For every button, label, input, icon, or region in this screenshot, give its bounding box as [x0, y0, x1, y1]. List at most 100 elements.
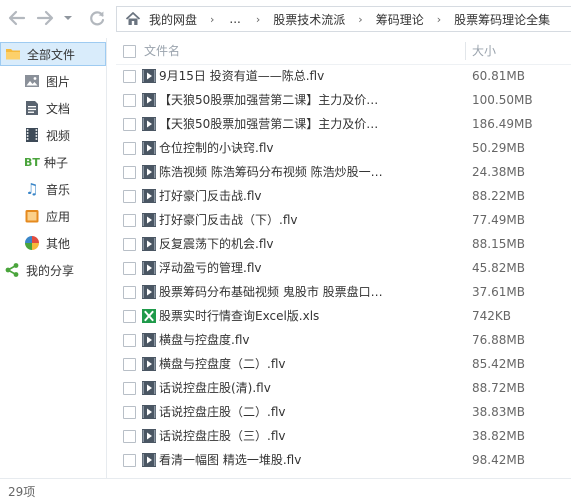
- refresh-button[interactable]: [88, 9, 106, 27]
- sidebar-item-label: 其他: [46, 236, 71, 251]
- column-divider[interactable]: [465, 42, 466, 60]
- file-name[interactable]: 【天狼50股票加强营第二课】主力及价…: [159, 88, 384, 112]
- table-row[interactable]: 横盘与控盘度.flv 76.88MB: [116, 328, 571, 352]
- row-checkbox[interactable]: [123, 406, 136, 419]
- home-icon[interactable]: [125, 11, 141, 27]
- row-checkbox[interactable]: [123, 142, 136, 155]
- table-row[interactable]: 【天狼50股票加强营第二课】主力及价… 100.50MB: [116, 88, 571, 112]
- sidebar-item-documents[interactable]: 文档: [0, 96, 106, 120]
- row-checkbox[interactable]: [123, 358, 136, 371]
- row-checkbox[interactable]: [123, 166, 136, 179]
- row-checkbox[interactable]: [123, 382, 136, 395]
- sidebar-item-apps[interactable]: 应用: [0, 204, 106, 228]
- sidebar-item-label: 全部文件: [27, 47, 76, 62]
- select-all-checkbox[interactable]: [123, 45, 136, 58]
- sidebar-item-other[interactable]: 其他: [0, 231, 106, 255]
- file-size: 76.88MB: [472, 333, 525, 347]
- file-name[interactable]: 【天狼50股票加强营第二课】主力及价…: [159, 112, 384, 136]
- file-size: 38.83MB: [472, 405, 525, 419]
- file-size: 98.42MB: [472, 453, 525, 467]
- breadcrumb-my-disk[interactable]: 我的网盘: [145, 11, 201, 28]
- table-row[interactable]: 话说控盘庄股(清).flv 88.72MB: [116, 376, 571, 400]
- file-name[interactable]: 股票筹码分布基础视频 鬼股市 股票盘口…: [159, 280, 384, 304]
- file-size: 88.22MB: [472, 189, 525, 203]
- table-row[interactable]: 话说控盘庄股（三）.flv 38.82MB: [116, 424, 571, 448]
- row-checkbox[interactable]: [123, 238, 136, 251]
- table-row[interactable]: 横盘与控盘度（二）.flv 85.42MB: [116, 352, 571, 376]
- file-name[interactable]: 横盘与控盘度（二）.flv: [159, 352, 384, 376]
- sidebar-item-videos[interactable]: 视频: [0, 123, 106, 147]
- sidebar-item-images[interactable]: 图片: [0, 69, 106, 93]
- row-checkbox[interactable]: [123, 214, 136, 227]
- file-name[interactable]: 反复震荡下的机会.flv: [159, 232, 384, 256]
- file-name[interactable]: 横盘与控盘度.flv: [159, 328, 384, 352]
- back-button[interactable]: [8, 9, 26, 27]
- table-row[interactable]: 仓位控制的小诀窍.flv 50.29MB: [116, 136, 571, 160]
- file-name[interactable]: 仓位控制的小诀窍.flv: [159, 136, 384, 160]
- file-name[interactable]: 话说控盘庄股（三）.flv: [159, 424, 384, 448]
- row-checkbox[interactable]: [123, 334, 136, 347]
- refresh-icon: [90, 11, 105, 26]
- arrow-left-icon: [8, 10, 26, 26]
- row-checkbox[interactable]: [123, 94, 136, 107]
- file-size: 85.42MB: [472, 357, 525, 371]
- file-size: 88.72MB: [472, 381, 525, 395]
- table-row[interactable]: 话说控盘庄股（二）.flv 38.83MB: [116, 400, 571, 424]
- file-size: 45.82MB: [472, 261, 525, 275]
- arrow-right-icon: [36, 10, 54, 26]
- video-file-icon: [142, 357, 156, 371]
- row-checkbox[interactable]: [123, 430, 136, 443]
- video-file-icon: [142, 213, 156, 227]
- table-row[interactable]: 浮动盈亏的管理.flv 45.82MB: [116, 256, 571, 280]
- history-dropdown-button[interactable]: [62, 9, 74, 27]
- row-checkbox[interactable]: [123, 190, 136, 203]
- column-header-name[interactable]: 文件名: [144, 38, 180, 64]
- sidebar-item-label: 文档: [46, 101, 71, 116]
- file-name[interactable]: 看清一幅图 精选一堆股.flv: [159, 448, 384, 472]
- file-size: 88.15MB: [472, 237, 525, 251]
- sidebar-item-all-files[interactable]: 全部文件: [0, 42, 106, 66]
- breadcrumb-stock-schools[interactable]: 股票技术流派: [269, 11, 349, 28]
- table-row[interactable]: 反复震荡下的机会.flv 88.15MB: [116, 232, 571, 256]
- file-name[interactable]: 话说控盘庄股(清).flv: [159, 376, 384, 400]
- row-checkbox[interactable]: [123, 262, 136, 275]
- row-checkbox[interactable]: [123, 70, 136, 83]
- sidebar-item-music[interactable]: ♫ 音乐: [0, 177, 106, 201]
- breadcrumb: 我的网盘 › ... › 股票技术流派 › 筹码理论 › 股票筹码理论全集: [116, 6, 571, 32]
- table-row[interactable]: 【天狼50股票加强营第二课】主力及价… 186.49MB: [116, 112, 571, 136]
- file-name[interactable]: 话说控盘庄股（二）.flv: [159, 400, 384, 424]
- video-file-icon: [142, 429, 156, 443]
- document-icon: [24, 100, 40, 116]
- breadcrumb-current-folder[interactable]: 股票筹码理论全集: [450, 11, 554, 28]
- row-checkbox[interactable]: [123, 118, 136, 131]
- item-count: 29项: [8, 485, 36, 499]
- video-file-icon: [142, 333, 156, 347]
- file-name[interactable]: 9月15日 投资有道——陈总.flv: [159, 64, 384, 88]
- sidebar-item-torrents[interactable]: BT 种子: [0, 150, 106, 174]
- file-name[interactable]: 打好豪门反击战.flv: [159, 184, 384, 208]
- table-row[interactable]: 打好豪门反击战.flv 88.22MB: [116, 184, 571, 208]
- share-icon: [4, 262, 20, 278]
- breadcrumb-ellipsis[interactable]: ...: [223, 12, 246, 26]
- file-name[interactable]: 浮动盈亏的管理.flv: [159, 256, 384, 280]
- table-row[interactable]: 股票实时行情查询Excel版.xls 742KB: [116, 304, 571, 328]
- row-checkbox[interactable]: [123, 310, 136, 323]
- file-name[interactable]: 陈浩视频 陈浩筹码分布视频 陈浩炒股一…: [159, 160, 384, 184]
- column-header-size[interactable]: 大小: [472, 38, 496, 64]
- folder-icon: [5, 46, 21, 62]
- forward-button[interactable]: [36, 9, 54, 27]
- video-file-icon: [142, 165, 156, 179]
- sidebar-item-label: 我的分享: [26, 263, 75, 278]
- table-row[interactable]: 打好豪门反击战（下）.flv 77.49MB: [116, 208, 571, 232]
- file-name[interactable]: 股票实时行情查询Excel版.xls: [159, 304, 384, 328]
- table-row[interactable]: 9月15日 投资有道——陈总.flv 60.81MB: [116, 64, 571, 88]
- file-name[interactable]: 打好豪门反击战（下）.flv: [159, 208, 384, 232]
- row-checkbox[interactable]: [123, 454, 136, 467]
- row-checkbox[interactable]: [123, 286, 136, 299]
- file-list-header: 文件名 大小: [116, 38, 571, 65]
- table-row[interactable]: 陈浩视频 陈浩筹码分布视频 陈浩炒股一… 24.38MB: [116, 160, 571, 184]
- table-row[interactable]: 看清一幅图 精选一堆股.flv 98.42MB: [116, 448, 571, 472]
- table-row[interactable]: 股票筹码分布基础视频 鬼股市 股票盘口… 37.61MB: [116, 280, 571, 304]
- sidebar-item-my-shares[interactable]: 我的分享: [0, 258, 106, 282]
- breadcrumb-chip-theory[interactable]: 筹码理论: [372, 11, 428, 28]
